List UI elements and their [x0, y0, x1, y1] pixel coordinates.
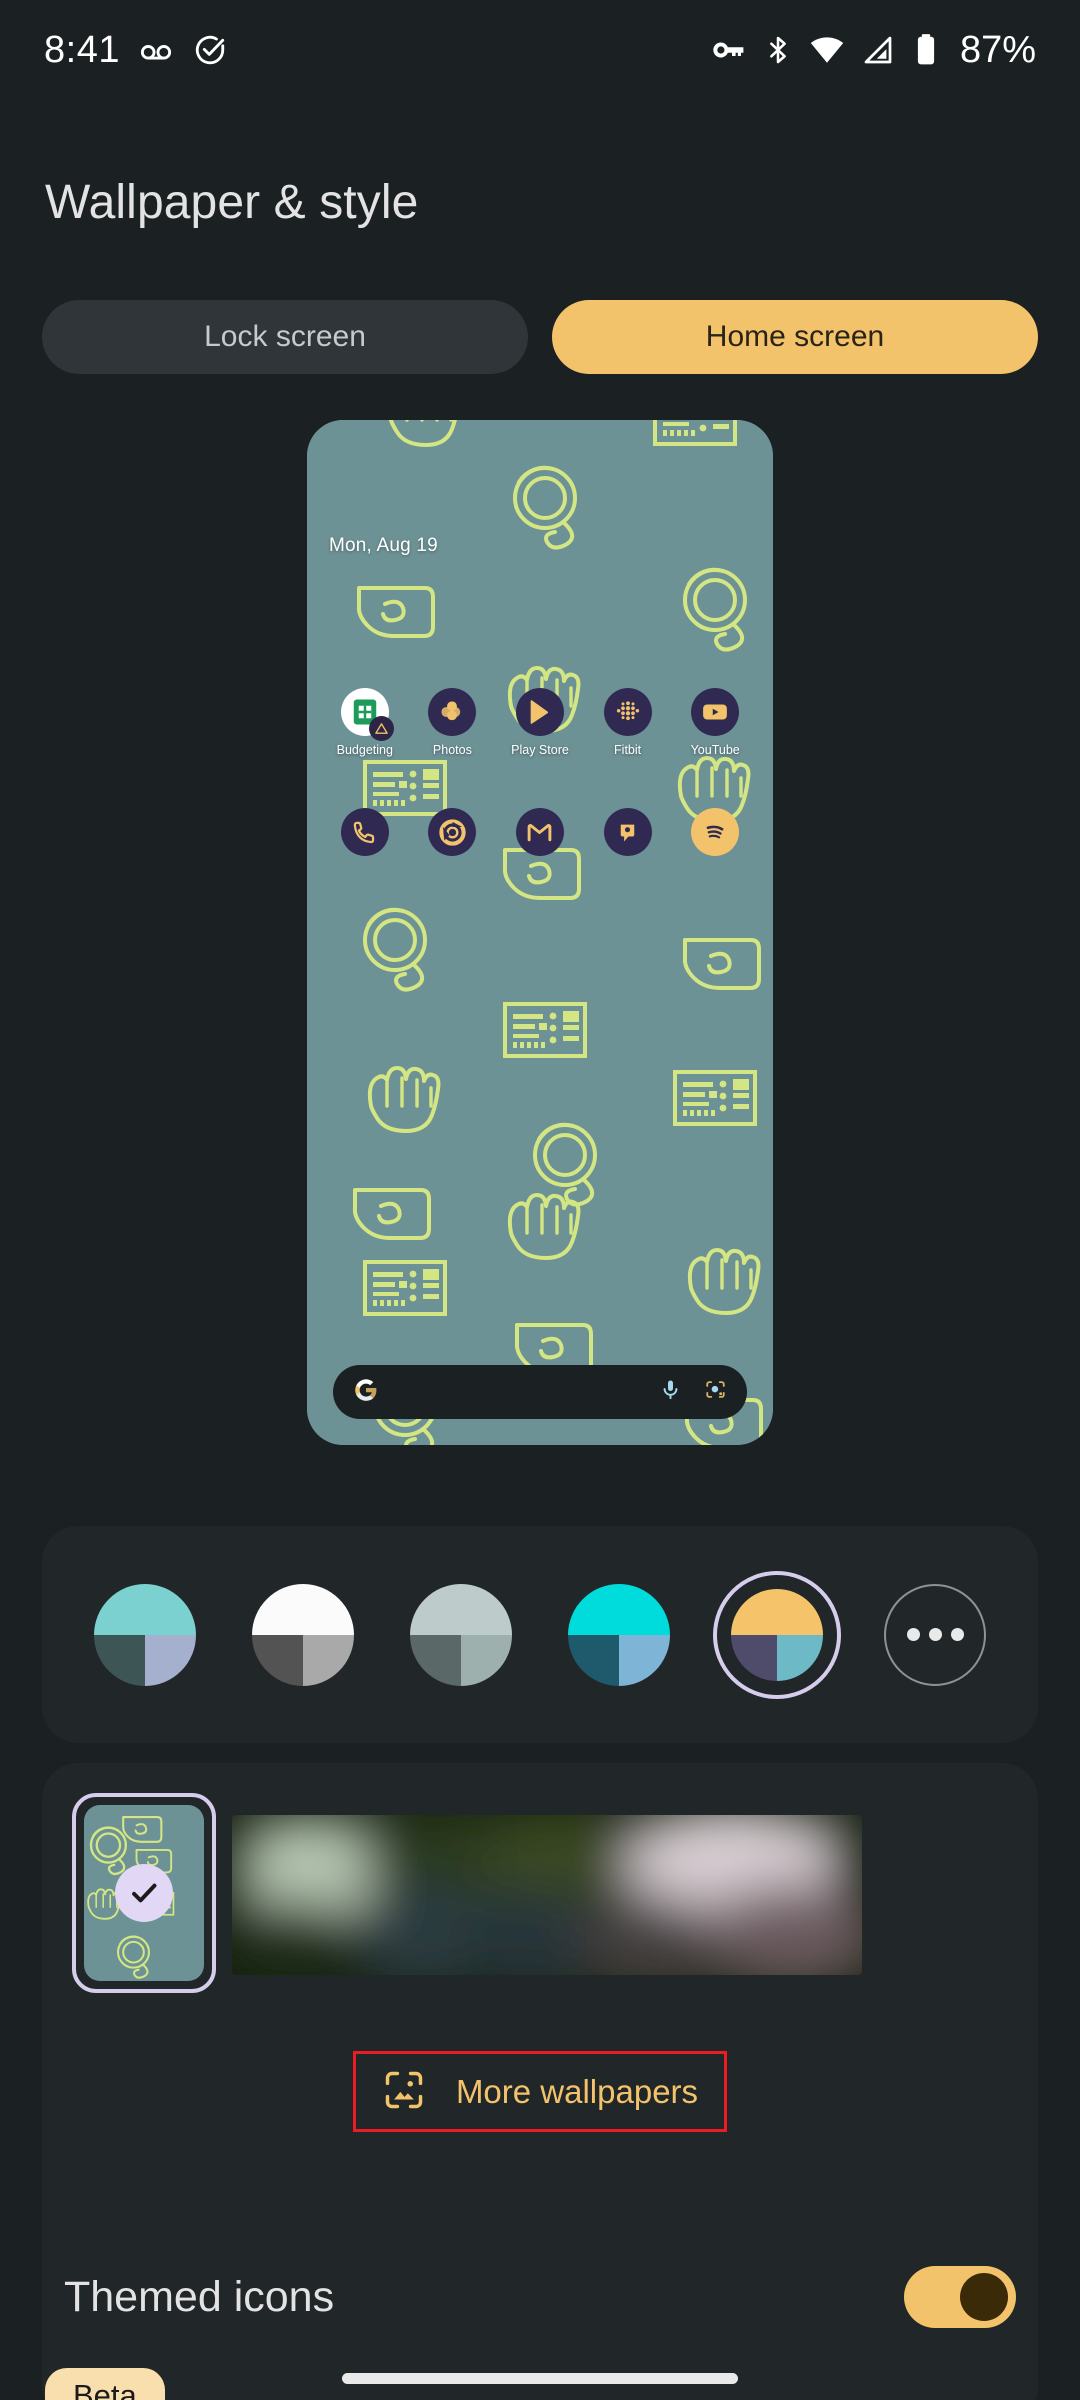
- beta-badge: Beta: [45, 2368, 165, 2400]
- wallpaper-doodle-pattern: [307, 420, 773, 1445]
- google-sheets-icon: [340, 688, 394, 741]
- dock-spotify[interactable]: [679, 808, 751, 856]
- google-photos-icon: [428, 688, 477, 736]
- themed-icons-toggle[interactable]: [904, 2266, 1016, 2328]
- wallpaper-thumb-photo[interactable]: [232, 1815, 862, 1975]
- tab-home-screen[interactable]: Home screen: [552, 300, 1038, 374]
- preview-date-widget: Mon, Aug 19: [329, 535, 438, 556]
- toggle-knob: [960, 2273, 1008, 2321]
- preview-dock: [307, 808, 773, 856]
- battery-icon: [911, 32, 941, 68]
- chrome-icon: [428, 808, 477, 856]
- messages-icon: [603, 808, 652, 856]
- microphone-icon[interactable]: [659, 1378, 682, 1406]
- voicemail-icon: [138, 32, 174, 68]
- youtube-icon: [691, 688, 740, 736]
- battery-percent-label: 87%: [959, 28, 1036, 71]
- more-colors-button[interactable]: [871, 1571, 999, 1699]
- gmail-icon: [515, 808, 564, 856]
- dock-gmail[interactable]: [504, 808, 576, 856]
- tab-lock-screen[interactable]: Lock screen: [42, 300, 528, 374]
- vpn-key-icon: [711, 32, 747, 68]
- preview-app-row: Budgeting Photos Play Store Fitbit YouTu…: [307, 688, 773, 757]
- screen-tab-selector: Lock screen Home screen: [42, 300, 1038, 374]
- dock-messages[interactable]: [592, 808, 664, 856]
- app-label: Play Store: [511, 743, 569, 757]
- app-label: Fitbit: [614, 743, 642, 757]
- dock-chrome[interactable]: [416, 808, 488, 856]
- app-budgeting[interactable]: Budgeting: [329, 688, 401, 757]
- more-wallpapers-button[interactable]: More wallpapers: [352, 2051, 728, 2132]
- app-label: Photos: [432, 743, 472, 757]
- wallpaper-thumbnail-row: [72, 1793, 862, 1993]
- color-swatch-amber-selected[interactable]: [713, 1570, 841, 1699]
- app-fitbit[interactable]: Fitbit: [592, 688, 664, 757]
- spotify-icon: [691, 808, 740, 856]
- navigation-gesture-bar[interactable]: [342, 2373, 738, 2384]
- color-swatches-card: [42, 1526, 1038, 1743]
- color-swatch-row: [42, 1526, 1038, 1743]
- color-swatch-cyan[interactable]: [555, 1571, 683, 1699]
- app-play-store[interactable]: Play Store: [504, 688, 576, 757]
- overflow-dots-icon: [884, 1583, 986, 1686]
- status-bar-clock: 8:41: [44, 28, 120, 71]
- color-swatch-sage[interactable]: [397, 1571, 525, 1699]
- app-label: YouTube: [690, 743, 740, 757]
- more-wallpapers-row: More wallpapers: [42, 2051, 1038, 2132]
- dock-phone[interactable]: [329, 808, 401, 856]
- check-circle-icon: [192, 32, 228, 68]
- status-bar-left: 8:41: [44, 29, 228, 72]
- themed-icons-row: Themed icons: [0, 2266, 1080, 2328]
- home-screen-preview[interactable]: Mon, Aug 19 Budgeting Photos Play Store …: [307, 420, 773, 1445]
- google-g-icon: [353, 1377, 379, 1408]
- google-lens-icon[interactable]: [704, 1378, 727, 1406]
- color-swatch-white[interactable]: [239, 1571, 367, 1699]
- bluetooth-icon: [762, 34, 794, 66]
- status-bar-right: 87%: [711, 29, 1036, 72]
- fitbit-icon: [603, 688, 652, 736]
- wallpaper-thumb-selected[interactable]: [72, 1793, 216, 1993]
- themed-icons-label: Themed icons: [64, 2272, 335, 2321]
- google-drive-badge-icon: [368, 716, 394, 741]
- google-search-bar[interactable]: [333, 1365, 747, 1419]
- cellular-signal-icon: [860, 32, 896, 68]
- check-icon: [115, 1864, 173, 1922]
- color-swatch-turquoise[interactable]: [81, 1571, 209, 1699]
- app-photos[interactable]: Photos: [416, 688, 488, 757]
- phone-icon: [340, 808, 389, 856]
- status-bar: 8:41 87%: [0, 0, 1080, 100]
- app-label: Budgeting: [336, 743, 393, 757]
- wifi-icon: [809, 32, 845, 68]
- google-play-store-icon: [515, 688, 564, 736]
- add-photo-icon: [382, 2068, 426, 2115]
- page-title: Wallpaper & style: [45, 176, 419, 229]
- app-youtube[interactable]: YouTube: [679, 688, 751, 757]
- more-wallpapers-label: More wallpapers: [455, 2072, 699, 2110]
